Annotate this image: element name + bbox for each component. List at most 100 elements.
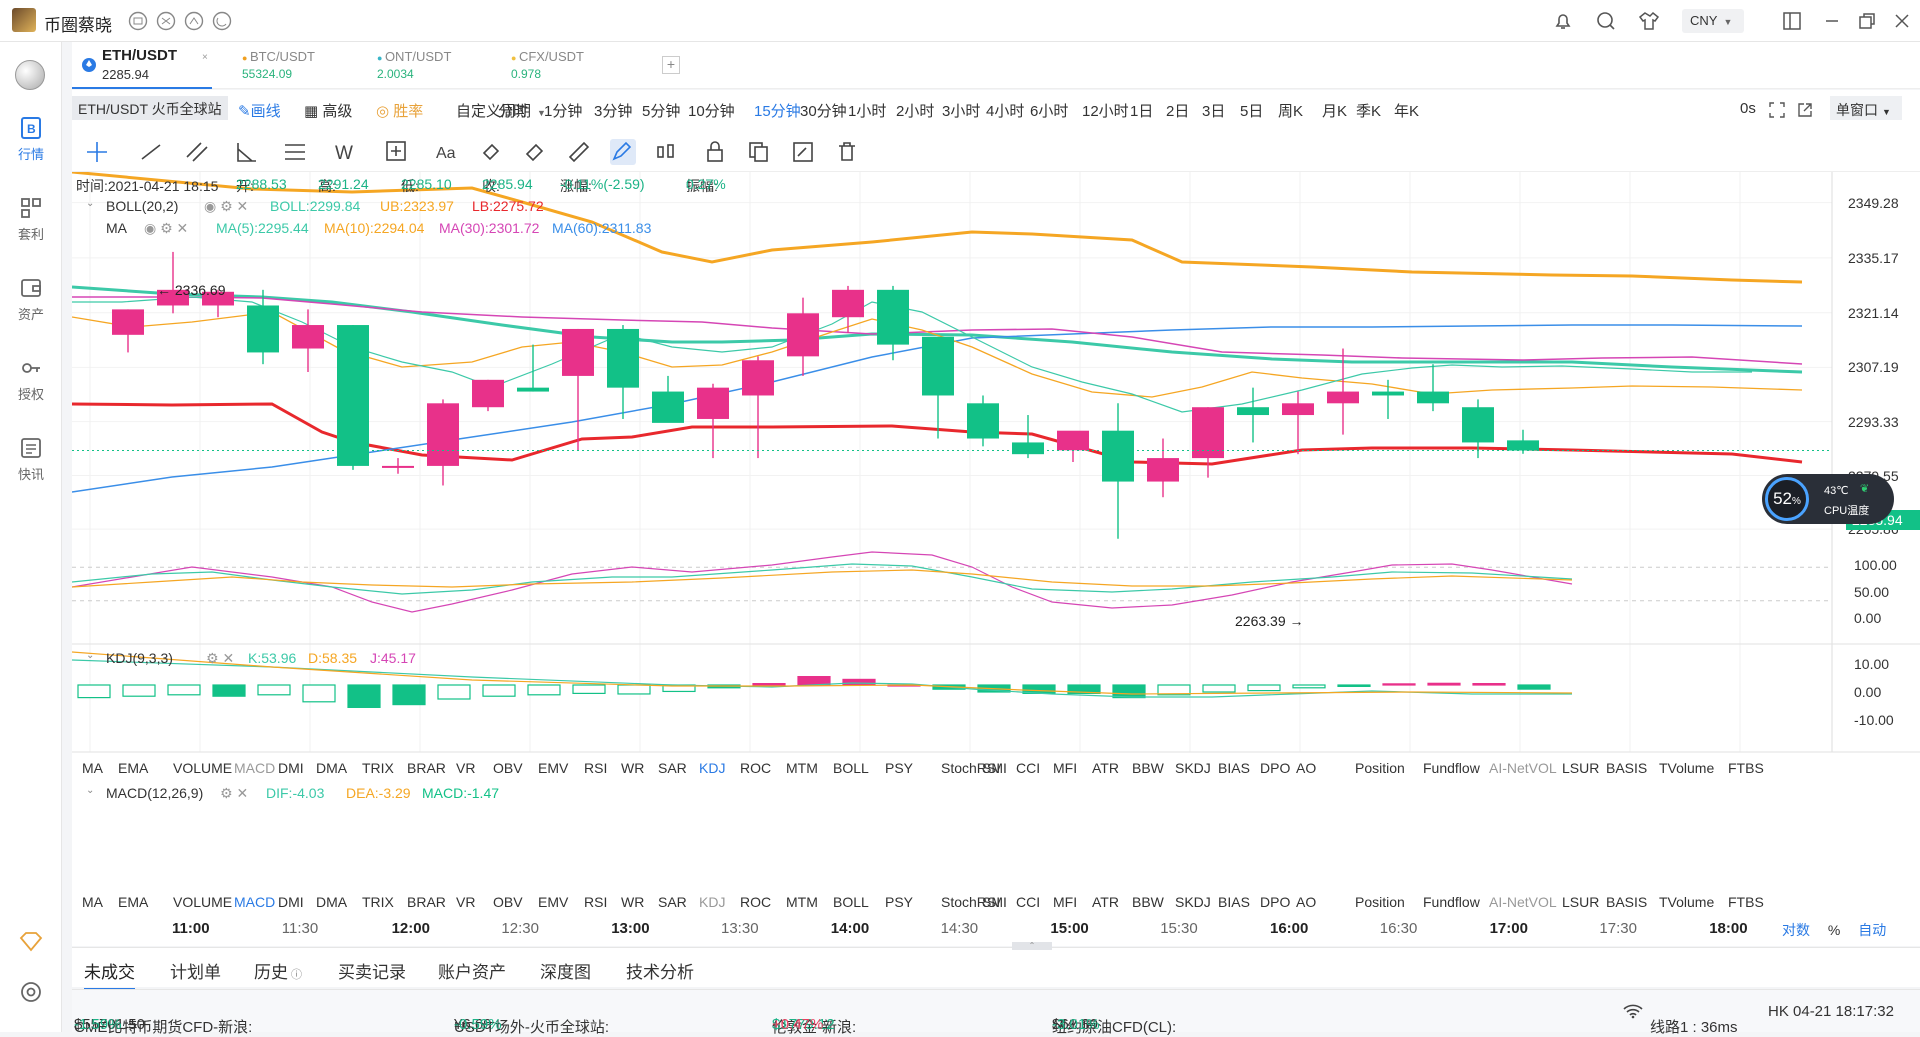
indicator-vr[interactable]: VR	[456, 894, 475, 910]
fullscreen-icon[interactable]	[1769, 102, 1785, 118]
tab-open-orders[interactable]: 未成交	[84, 958, 135, 990]
parallel-line-icon[interactable]	[184, 139, 210, 165]
indicator-obv[interactable]: OBV	[493, 760, 523, 776]
indicator-ftbs[interactable]: FTBS	[1728, 894, 1764, 910]
indicator-boll[interactable]: BOLL	[833, 760, 869, 776]
indicator-dma[interactable]: DMA	[316, 894, 347, 910]
indicator-vr[interactable]: VR	[456, 760, 475, 776]
indicator-dmi[interactable]: DMI	[278, 760, 304, 776]
angle-icon[interactable]	[234, 139, 260, 165]
indicator-rsi[interactable]: RSI	[584, 894, 607, 910]
advanced-button[interactable]: ▦ 高级	[304, 100, 352, 121]
layout-icon[interactable]	[1782, 11, 1802, 31]
indicator-bias[interactable]: BIAS	[1218, 760, 1250, 776]
kdj-controls-icons[interactable]: ⚙ ✕	[206, 650, 234, 667]
indicator-ema[interactable]: EMA	[118, 760, 148, 776]
indicator-ao[interactable]: AO	[1296, 760, 1316, 776]
indicator-trix[interactable]: TRIX	[362, 894, 394, 910]
indicator-ao[interactable]: AO	[1296, 894, 1316, 910]
indicator-smi[interactable]: SMI	[982, 894, 1007, 910]
indicator-psy[interactable]: PSY	[885, 760, 913, 776]
indicator-kdj[interactable]: KDJ	[699, 760, 725, 776]
kline-chart[interactable]	[72, 172, 1920, 946]
auto-scale-button[interactable]: 自动	[1858, 922, 1886, 938]
indicator-ma[interactable]: MA	[82, 760, 103, 776]
interval-1[interactable]: 1分钟	[544, 100, 582, 121]
indicator-ma[interactable]: MA	[82, 894, 103, 910]
indicator-dpo[interactable]: DPO	[1260, 894, 1290, 910]
interval-5[interactable]: 15分钟	[754, 100, 801, 121]
indicator-macd[interactable]: MACD	[234, 760, 275, 776]
indicator-skdj[interactable]: SKDJ	[1175, 894, 1211, 910]
indicator-basis[interactable]: BASIS	[1606, 760, 1647, 776]
indicator-cci[interactable]: CCI	[1016, 894, 1040, 910]
indicator-emv[interactable]: EMV	[538, 760, 568, 776]
pair-tab-ont[interactable]: ● ONT/USDT 2.0034	[359, 42, 489, 89]
tab-depth-chart[interactable]: 深度图	[540, 958, 591, 983]
indicator-ftbs[interactable]: FTBS	[1728, 760, 1764, 776]
bell-icon[interactable]	[1552, 10, 1574, 32]
trash-icon[interactable]	[834, 139, 860, 165]
indicator-mtm[interactable]: MTM	[786, 760, 818, 776]
shirt-icon[interactable]	[1638, 10, 1660, 32]
indicator-sar[interactable]: SAR	[658, 894, 687, 910]
close-tab-icon[interactable]: ×	[202, 52, 208, 63]
interval-11[interactable]: 6小时	[1030, 100, 1068, 121]
indicator-roc[interactable]: ROC	[740, 894, 771, 910]
indicator-ai-netvol[interactable]: AI-NetVOL	[1489, 760, 1557, 776]
indicator-emv[interactable]: EMV	[538, 894, 568, 910]
indicator-fundflow[interactable]: Fundflow	[1423, 894, 1480, 910]
interval-8[interactable]: 2小时	[896, 100, 934, 121]
fib-icon[interactable]	[282, 139, 308, 165]
indicator-mfi[interactable]: MFI	[1053, 894, 1077, 910]
interval-15[interactable]: 3日	[1202, 100, 1225, 121]
interval-12[interactable]: 12小时	[1082, 100, 1129, 121]
wave-icon[interactable]: W	[334, 139, 360, 165]
panel-resize-handle[interactable]: ⌃	[1012, 942, 1052, 950]
cpu-widget[interactable]: 52% 43℃ ❦ CPU温度	[1762, 474, 1894, 524]
indicator-dmi[interactable]: DMI	[278, 894, 304, 910]
indicator-bbw[interactable]: BBW	[1132, 894, 1164, 910]
indicator-mfi[interactable]: MFI	[1053, 760, 1077, 776]
eraser-icon[interactable]	[522, 139, 548, 165]
indicator-boll[interactable]: BOLL	[833, 894, 869, 910]
sidebar-item-assets[interactable]: 资产	[0, 276, 62, 323]
restore-icon[interactable]	[1857, 11, 1877, 31]
indicator-tvolume[interactable]: TVolume	[1659, 894, 1714, 910]
pair-tab-btc[interactable]: ● BTC/USDT 55324.09	[224, 42, 354, 89]
line-icon[interactable]	[138, 139, 164, 165]
add-tab-button[interactable]: +	[662, 56, 680, 74]
indicator-position[interactable]: Position	[1355, 760, 1405, 776]
indicator-cci[interactable]: CCI	[1016, 760, 1040, 776]
log-scale-button[interactable]: 对数	[1782, 922, 1810, 938]
window-mode-select[interactable]: 单窗口 ▼	[1830, 96, 1902, 120]
interval-7[interactable]: 1小时	[848, 100, 886, 121]
collapse-icon[interactable]: ⌄	[86, 650, 94, 661]
sidebar-item-arbitrage[interactable]: 套利	[0, 196, 62, 243]
interval-13[interactable]: 1日	[1130, 100, 1153, 121]
pen-icon[interactable]	[610, 139, 636, 165]
interval-20[interactable]: 年K	[1394, 100, 1419, 121]
indicator-skdj[interactable]: SKDJ	[1175, 760, 1211, 776]
interval-16[interactable]: 5日	[1240, 100, 1263, 121]
indicator-trix[interactable]: TRIX	[362, 760, 394, 776]
settings-icon[interactable]	[18, 979, 44, 1005]
indicator-atr[interactable]: ATR	[1092, 760, 1119, 776]
indicator-dma[interactable]: DMA	[316, 760, 347, 776]
diamond-icon[interactable]	[18, 929, 44, 955]
interval-4[interactable]: 10分钟	[688, 100, 735, 121]
interval-10[interactable]: 4小时	[986, 100, 1024, 121]
interval-2[interactable]: 3分钟	[594, 100, 632, 121]
collapse-icon[interactable]: ⌄	[86, 785, 94, 796]
indicator-bbw[interactable]: BBW	[1132, 760, 1164, 776]
interval-6[interactable]: 30分钟	[800, 100, 847, 121]
winrate-button[interactable]: ◎ 胜率	[376, 100, 423, 121]
indicator-mtm[interactable]: MTM	[786, 894, 818, 910]
indicator-obv[interactable]: OBV	[493, 894, 523, 910]
sidebar-item-market[interactable]: B 行情	[0, 116, 62, 163]
indicator-ema[interactable]: EMA	[118, 894, 148, 910]
indicator-basis[interactable]: BASIS	[1606, 894, 1647, 910]
interval-19[interactable]: 季K	[1356, 100, 1381, 121]
indicator-atr[interactable]: ATR	[1092, 894, 1119, 910]
magnet-icon[interactable]	[478, 139, 504, 165]
